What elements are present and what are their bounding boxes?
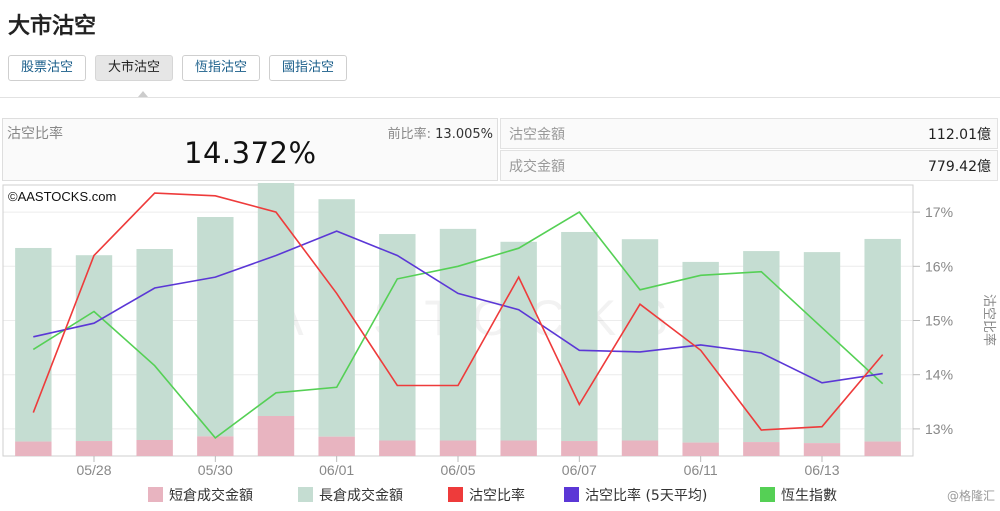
legend-swatch [148,487,163,502]
short-turnover-bar [75,441,113,456]
y-tick-label: 17% [925,204,953,220]
short-turnover-bar [439,440,477,456]
legend-label: 恆生指數 [781,488,837,504]
long-turnover-bar [75,255,113,442]
long-turnover-bar [500,241,537,441]
x-tick-label: 06/05 [440,462,475,478]
divider [0,97,1000,98]
short-turnover-bar [621,440,659,456]
x-tick-label: 06/13 [804,462,839,478]
short-turnover-bar [500,440,537,456]
previous-ratio-label: 前比率: [387,127,432,142]
legend-label: 短倉成交金額 [169,487,253,504]
short-ratio-label: 沽空比率 [7,126,63,142]
short-turnover-bar [682,442,719,456]
long-turnover-bar [379,234,416,441]
short-turnover-bar [561,441,598,456]
short-amount-value: 112.01億 [928,127,991,143]
tab-hsi-short[interactable]: 恆指沽空 [182,55,261,81]
short-turnover-bar [197,436,234,456]
turnover-row: 成交金額 779.42億 [500,150,998,181]
tab-market-short[interactable]: 大市沽空 [95,55,174,81]
short-turnover-bar [803,443,841,456]
x-tick-label: 06/07 [562,462,597,478]
y-tick-label: 13% [925,421,953,437]
legend-label: 沽空比率 [469,487,525,504]
short-amount-row: 沽空金額 112.01億 [500,118,998,149]
y-tick-label: 15% [925,313,953,329]
legend-swatch [760,487,775,502]
short-amount-label: 沽空金額 [509,127,565,143]
y-axis-label: 沽空比率 [981,294,997,346]
long-turnover-bar [621,239,659,441]
short-ratio-value: 14.372% [184,136,317,170]
y-axis-ticks: 13% 14% 15% 16% 17% [913,204,953,437]
long-turnover-bar [561,231,598,442]
long-turnover-bar [197,217,234,437]
turnover-bars [15,183,901,456]
long-turnover-bar [136,249,173,440]
short-ratio-panel: 沽空比率 前比率: 13.005% 14.372% [2,118,498,181]
long-turnover-bar [257,183,295,416]
short-turnover-bar [318,436,355,456]
copyright-watermark: ©AASTOCKS.com [8,189,116,204]
legend-swatch [298,487,313,502]
y-tick-label: 14% [925,367,953,383]
legend-swatch [448,487,463,502]
turnover-value: 779.42億 [928,159,991,175]
short-turnover-bar [743,442,780,456]
previous-ratio: 前比率: 13.005% [388,123,493,142]
previous-ratio-value: 13.005% [435,127,493,142]
turnover-label: 成交金額 [509,159,565,175]
legend-label: 沽空比率 (5天平均) [585,487,707,504]
short-turnover-bar [15,441,52,456]
legend-swatch [564,487,579,502]
chart-legend: 短倉成交金額 長倉成交金額 沽空比率 沽空比率 (5天平均) 恆生指數 [148,487,837,504]
credit-watermark: @格隆汇 [947,488,995,503]
y-tick-label: 16% [925,258,953,274]
short-turnover-bar [379,440,416,456]
x-tick-label: 05/30 [198,462,233,478]
long-turnover-bar [864,238,901,442]
short-turnover-bar [257,415,295,456]
long-turnover-bar [803,252,841,444]
x-tick-label: 05/28 [76,462,111,478]
x-tick-label: 06/01 [319,462,354,478]
short-turnover-bar [864,441,901,456]
tab-stock-short[interactable]: 股票沽空 [8,55,87,81]
x-tick-label: 06/11 [684,462,718,478]
tab-hscei-short[interactable]: 國指沽空 [269,55,348,81]
tab-bar: 股票沽空 大市沽空 恆指沽空 國指沽空 [8,55,356,81]
long-turnover-bar [318,199,355,437]
long-turnover-bar [439,228,477,441]
long-turnover-bar [682,261,719,443]
short-selling-chart: AASTOCKS ©AASTOCKS.com 05/28 05/30 06/01 06… [2,183,997,504]
short-turnover-bar [136,439,173,456]
x-axis-ticks: 05/28 05/30 06/01 06/05 06/07 06/11 06/13 [76,456,840,478]
page-title: 大市沽空 [8,14,97,39]
legend-label: 長倉成交金額 [319,487,403,504]
